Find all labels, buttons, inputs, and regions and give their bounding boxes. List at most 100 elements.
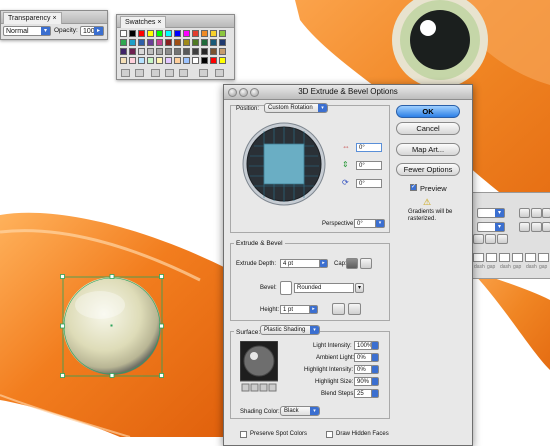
swatch[interactable] (183, 39, 190, 46)
transparency-panel-header[interactable]: Transparency × (1, 11, 107, 24)
swatch[interactable] (174, 39, 181, 46)
swatch[interactable] (192, 30, 199, 37)
swatch[interactable] (192, 48, 199, 55)
cap-butt-icon[interactable] (519, 208, 530, 218)
swatch[interactable] (156, 48, 163, 55)
cap-off-icon[interactable] (360, 258, 372, 269)
swatch[interactable] (129, 39, 136, 46)
fewer-options-button[interactable]: Fewer Options (396, 163, 460, 176)
swatch[interactable] (210, 30, 217, 37)
stroke-weight-select[interactable]: ▾ (477, 208, 505, 218)
new-swatch-icon[interactable] (199, 69, 208, 77)
swatch[interactable] (120, 57, 127, 64)
ambient-light-field[interactable]: 0% (354, 353, 372, 362)
swatch[interactable] (165, 30, 172, 37)
map-art-button[interactable]: Map Art... (396, 143, 460, 156)
swatch[interactable] (147, 48, 154, 55)
height-field[interactable]: 1 pt (280, 305, 310, 314)
lighting-sphere-preview[interactable] (240, 341, 278, 393)
swatch[interactable] (219, 48, 226, 55)
join-miter-icon[interactable] (519, 222, 530, 232)
cap-square-icon[interactable] (542, 208, 550, 218)
light-intensity-field[interactable]: 100% (354, 341, 372, 350)
swatch[interactable] (156, 30, 163, 37)
join-bevel-icon[interactable] (542, 222, 550, 232)
zoom-window-icon[interactable] (250, 88, 259, 97)
chevron-right-icon[interactable] (371, 389, 379, 398)
preview-checkbox[interactable]: ✓ (410, 184, 417, 191)
library-menu-icon[interactable] (121, 69, 130, 77)
join-round-icon[interactable] (531, 222, 542, 232)
align-outside-icon[interactable] (497, 234, 508, 244)
swatch[interactable] (120, 39, 127, 46)
align-center-icon[interactable] (473, 234, 484, 244)
dash-gap-field[interactable] (499, 253, 510, 262)
swatch[interactable] (129, 30, 136, 37)
swatches-panel-header[interactable]: Swatches × (117, 15, 234, 28)
rotate-x-field[interactable]: 0° (356, 143, 382, 152)
swatch[interactable] (120, 48, 127, 55)
shading-color-select[interactable]: Black ▾ (280, 406, 320, 416)
swatch[interactable] (210, 48, 217, 55)
close-icon[interactable]: × (53, 15, 57, 22)
swatch-options-icon[interactable] (151, 69, 160, 77)
align-inside-icon[interactable] (485, 234, 496, 244)
swatch[interactable] (210, 39, 217, 46)
swatch[interactable] (219, 57, 226, 64)
swatch[interactable] (192, 57, 199, 64)
show-kind-icon[interactable] (135, 69, 144, 77)
swatch[interactable] (210, 57, 217, 64)
swatch[interactable] (192, 39, 199, 46)
rotation-track-cube[interactable] (241, 122, 327, 206)
cancel-button[interactable]: Cancel (396, 122, 460, 135)
swatch[interactable] (174, 57, 181, 64)
chevron-right-icon[interactable] (371, 377, 379, 386)
dash-gap-field[interactable] (512, 253, 523, 262)
perspective-field[interactable]: 0° (354, 219, 376, 228)
swatch[interactable] (165, 48, 172, 55)
chevron-right-icon[interactable]: ▸ (319, 259, 328, 268)
swatch[interactable] (201, 48, 208, 55)
chevron-right-icon[interactable] (371, 353, 379, 362)
swatch[interactable] (147, 57, 154, 64)
bevel-extent-in-icon[interactable] (348, 303, 361, 315)
swatch[interactable] (174, 30, 181, 37)
dialog-title-bar[interactable]: 3D Extrude & Bevel Options (224, 85, 472, 100)
swatch[interactable] (138, 30, 145, 37)
swatch[interactable] (183, 57, 190, 64)
dash-gap-field[interactable] (473, 253, 484, 262)
swatch[interactable] (147, 30, 154, 37)
chevron-right-icon[interactable] (371, 341, 379, 350)
minimize-window-icon[interactable] (239, 88, 248, 97)
position-select[interactable]: Custom Rotation ▾ (264, 103, 328, 113)
swatch[interactable] (201, 30, 208, 37)
extrude-depth-field[interactable]: 4 pt (280, 259, 320, 268)
bevel-extent-out-icon[interactable] (332, 303, 345, 315)
new-group-icon[interactable] (179, 69, 188, 77)
swatch[interactable] (129, 48, 136, 55)
opacity-field[interactable]: 100% ▸ (80, 26, 104, 36)
chevron-down-icon[interactable]: ▾ (375, 219, 385, 228)
blend-steps-field[interactable]: 25 (354, 389, 372, 398)
swatch[interactable] (201, 39, 208, 46)
highlight-size-field[interactable]: 90% (354, 377, 372, 386)
swatch[interactable] (165, 57, 172, 64)
rotate-y-field[interactable]: 0° (356, 161, 382, 170)
swatch[interactable] (120, 30, 127, 37)
cap-on-icon[interactable] (346, 258, 358, 269)
swatch[interactable] (183, 48, 190, 55)
highlight-intensity-field[interactable]: 0% (354, 365, 372, 374)
blend-mode-select[interactable]: Normal ▾ (3, 26, 51, 36)
swatches-tab[interactable]: Swatches × (120, 16, 167, 28)
swatch[interactable] (147, 39, 154, 46)
swatch[interactable] (219, 30, 226, 37)
cap-round-icon[interactable] (531, 208, 542, 218)
miter-limit-select[interactable]: ▾ (477, 222, 505, 232)
swatch[interactable] (138, 39, 145, 46)
dash-gap-field[interactable] (538, 253, 549, 262)
chevron-down-icon[interactable]: ▾ (355, 283, 364, 293)
swatch[interactable] (174, 48, 181, 55)
dash-gap-field[interactable] (525, 253, 536, 262)
rotate-z-field[interactable]: 0° (356, 179, 382, 188)
swatch[interactable] (219, 39, 226, 46)
